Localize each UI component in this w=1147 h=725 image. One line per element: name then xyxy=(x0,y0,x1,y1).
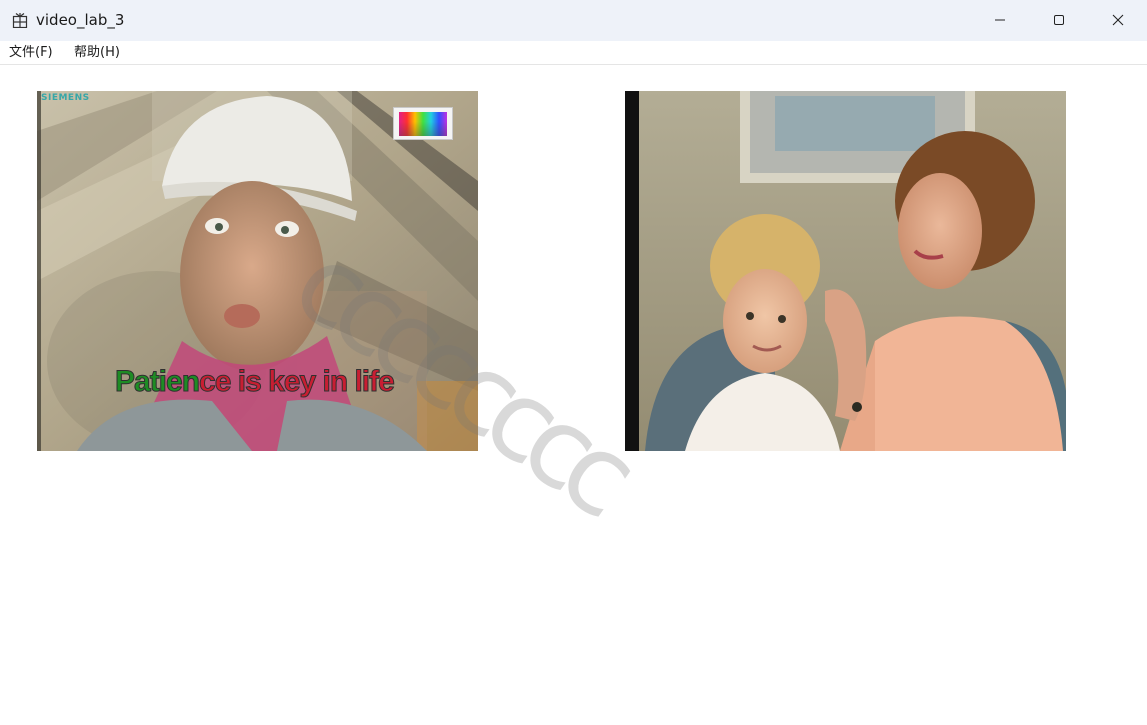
color-palette-swatch xyxy=(393,107,453,140)
karaoke-subtitle: Patience is key in life xyxy=(114,364,396,400)
maximize-button[interactable] xyxy=(1030,0,1088,41)
subtitle-remaining-part: ce is key in life xyxy=(199,365,396,399)
close-icon xyxy=(1112,11,1124,30)
title-bar[interactable]: video_lab_3 xyxy=(0,0,1147,41)
app-window: video_lab_3 文件(F) 帮助(H) SIEMENS Patience… xyxy=(0,0,1147,725)
right-video-frame xyxy=(625,91,1066,451)
menu-help[interactable]: 帮助(H) xyxy=(74,44,120,61)
color-gradient-icon xyxy=(399,112,447,136)
menu-bar: 文件(F) 帮助(H) xyxy=(0,41,1147,65)
minimize-icon xyxy=(994,11,1006,30)
window-title: video_lab_3 xyxy=(36,11,125,29)
app-grid-icon xyxy=(12,12,28,29)
close-button[interactable] xyxy=(1089,0,1147,41)
menu-file[interactable]: 文件(F) xyxy=(9,44,53,61)
maximize-icon xyxy=(1053,11,1065,30)
minimize-button[interactable] xyxy=(971,0,1029,41)
video-pane-right xyxy=(625,91,1066,451)
subtitle-sung-part: Patien xyxy=(114,365,200,399)
siemens-logo: SIEMENS xyxy=(41,93,90,103)
video-pane-left: SIEMENS Patience is key in life xyxy=(37,91,478,451)
